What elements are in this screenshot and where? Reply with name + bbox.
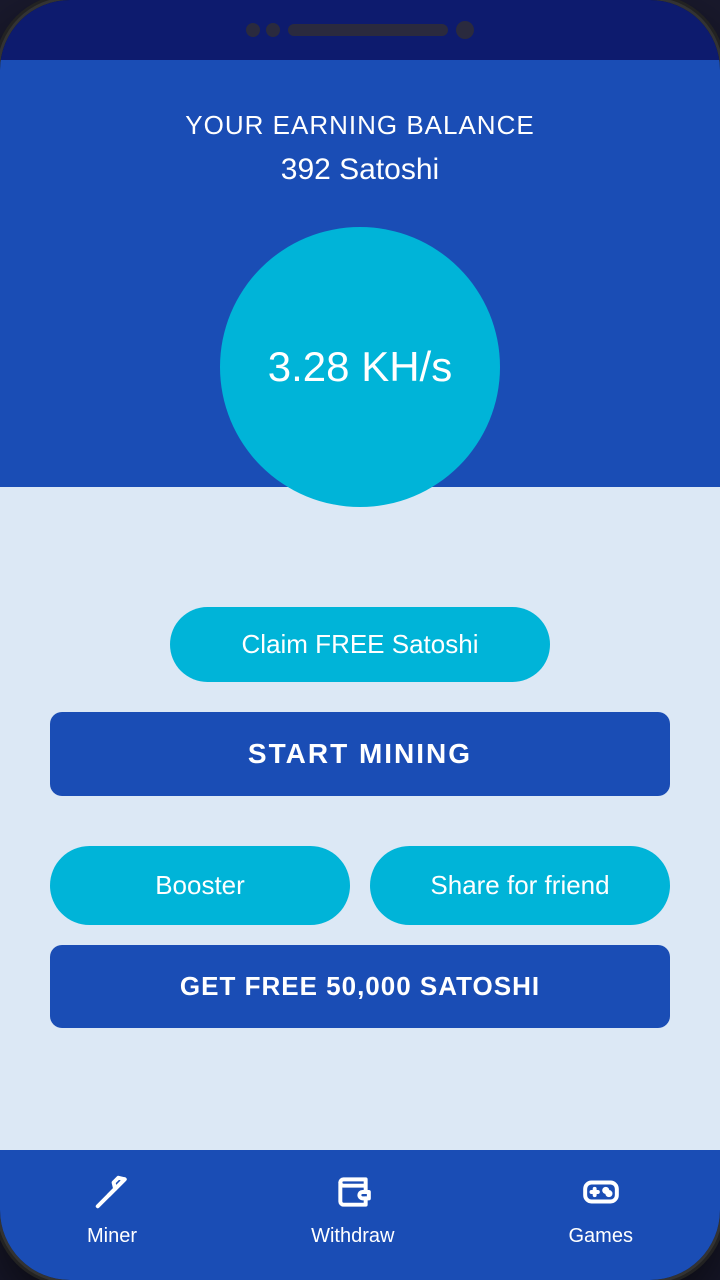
wallet-icon xyxy=(334,1173,372,1217)
earning-balance-label: YOUR EARNING BALANCE xyxy=(185,110,534,141)
nav-item-games[interactable]: Games xyxy=(568,1173,632,1248)
camera-dots xyxy=(246,23,280,37)
nav-bar: Miner Withdraw xyxy=(0,1150,720,1280)
secondary-buttons-row: Booster Share for friend xyxy=(50,846,670,925)
nav-label-miner: Miner xyxy=(87,1225,137,1248)
status-bar xyxy=(0,0,720,60)
bottom-section: Claim FREE Satoshi START MINING Booster … xyxy=(0,487,720,1150)
booster-button[interactable]: Booster xyxy=(50,846,350,925)
phone-frame: YOUR EARNING BALANCE 392 Satoshi 3.28 KH… xyxy=(0,0,720,1280)
mining-circle: 3.28 KH/s xyxy=(220,227,500,507)
share-for-friend-button[interactable]: Share for friend xyxy=(370,846,670,925)
claim-free-satoshi-button[interactable]: Claim FREE Satoshi xyxy=(170,607,550,682)
speaker-grille xyxy=(288,24,448,36)
app-content: YOUR EARNING BALANCE 392 Satoshi 3.28 KH… xyxy=(0,60,720,1280)
notch-area xyxy=(246,21,474,39)
camera-dot-left xyxy=(246,23,260,37)
balance-amount: 392 Satoshi xyxy=(281,153,439,187)
get-free-satoshi-button[interactable]: GET FREE 50,000 SATOSHI xyxy=(50,945,670,1028)
nav-item-miner[interactable]: Miner xyxy=(87,1173,137,1248)
top-section: YOUR EARNING BALANCE 392 Satoshi 3.28 KH… xyxy=(0,60,720,487)
hash-rate-display: 3.28 KH/s xyxy=(268,343,452,391)
nav-label-games: Games xyxy=(568,1225,632,1248)
start-mining-button[interactable]: START MINING xyxy=(50,712,670,796)
nav-label-withdraw: Withdraw xyxy=(311,1225,394,1248)
camera-dot-right xyxy=(266,23,280,37)
pickaxe-icon xyxy=(93,1173,131,1217)
gamepad-icon xyxy=(582,1173,620,1217)
nav-item-withdraw[interactable]: Withdraw xyxy=(311,1173,394,1248)
front-camera xyxy=(456,21,474,39)
